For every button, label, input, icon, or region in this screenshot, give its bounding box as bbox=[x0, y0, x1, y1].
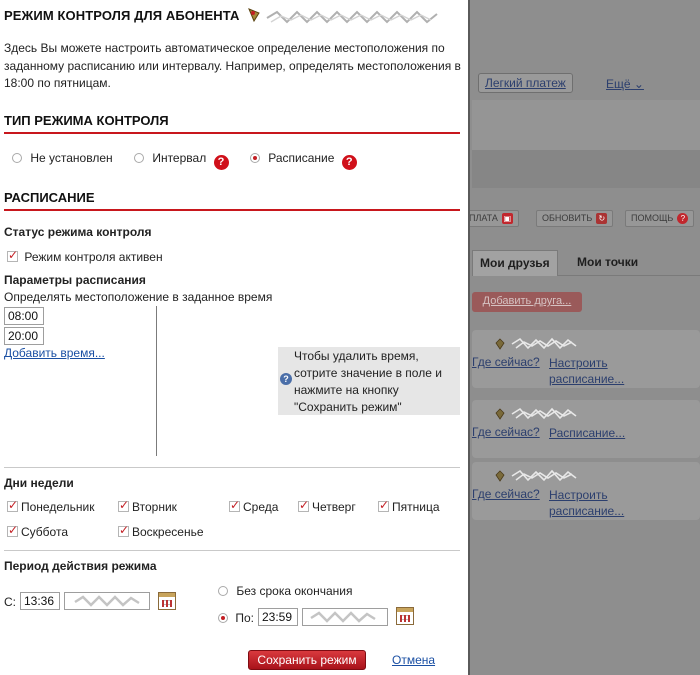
schedule-heading: РАСПИСАНИЕ bbox=[4, 190, 460, 211]
mode-type-heading: ТИП РЕЖИМА КОНТРОЛЯ bbox=[4, 113, 460, 134]
mode-option-not-set[interactable]: Не установлен bbox=[12, 151, 116, 165]
location-pin-icon bbox=[495, 470, 505, 482]
to-calendar-icon[interactable] bbox=[396, 607, 414, 625]
delete-time-hint: ? Чтобы удалить время, сотрите значение … bbox=[278, 347, 460, 415]
from-date-input[interactable] bbox=[64, 592, 150, 610]
masked-name-scribble bbox=[511, 407, 577, 420]
intro-text: Здесь Вы можете настроить автоматическое… bbox=[4, 41, 461, 90]
time-input-2[interactable] bbox=[4, 327, 44, 345]
radio-interval[interactable] bbox=[133, 153, 144, 163]
add-friend-button[interactable]: Добавить друга... bbox=[472, 292, 582, 312]
divider bbox=[4, 467, 460, 468]
schedule-help-icon[interactable]: ? bbox=[341, 155, 357, 170]
cancel-link[interactable]: Отмена bbox=[392, 653, 435, 667]
background-band bbox=[472, 150, 700, 188]
day-checkbox[interactable] bbox=[7, 523, 18, 537]
params-description: Определять местоположение в заданное вре… bbox=[4, 290, 273, 304]
mode-option-interval[interactable]: Интервал ? bbox=[133, 151, 232, 170]
mode-options: Не установлен Интервал ? Расписание ? bbox=[12, 151, 357, 170]
location-pin-icon bbox=[495, 338, 505, 350]
day-saturday[interactable]: Суббота bbox=[7, 523, 68, 539]
day-checkbox[interactable] bbox=[378, 498, 389, 512]
day-wednesday[interactable]: Среда bbox=[229, 498, 278, 514]
status-title: Статус режима контроля bbox=[4, 225, 152, 239]
day-sunday[interactable]: Воскресенье bbox=[118, 523, 204, 539]
more-menu-link[interactable]: Ещё ⌄ bbox=[606, 77, 644, 91]
setup-schedule-link[interactable]: Настроить расписание... bbox=[549, 355, 639, 387]
help-icon: ? bbox=[677, 213, 689, 225]
setup-schedule-link[interactable]: Настроить расписание... bbox=[549, 487, 639, 519]
masked-subscriber-scribble bbox=[266, 10, 438, 24]
day-tuesday[interactable]: Вторник bbox=[118, 498, 177, 514]
add-time-link[interactable]: Добавить время... bbox=[4, 346, 105, 360]
active-checkbox[interactable] bbox=[7, 248, 18, 262]
dialog-title: РЕЖИМ КОНТРОЛЯ ДЛЯ АБОНЕНТА bbox=[4, 8, 240, 23]
schedule-link[interactable]: Расписание... bbox=[549, 425, 639, 441]
divider bbox=[4, 550, 460, 551]
interval-help-icon[interactable]: ? bbox=[213, 155, 229, 170]
masked-date-scribble bbox=[74, 595, 140, 607]
day-checkbox[interactable] bbox=[7, 498, 18, 512]
from-time-input[interactable] bbox=[20, 592, 60, 610]
background-band bbox=[472, 100, 700, 150]
friends-tabs: Мои друзья Мои точки bbox=[472, 246, 700, 276]
where-now-link[interactable]: Где сейчас? bbox=[472, 487, 540, 501]
tab-my-friends[interactable]: Мои друзья bbox=[472, 250, 558, 276]
toolbar-refresh-button[interactable]: ОБНОВИТЬ ↻ bbox=[536, 210, 614, 228]
to-option[interactable]: По: bbox=[218, 611, 254, 625]
day-thursday[interactable]: Четверг bbox=[298, 498, 356, 514]
refresh-icon: ↻ bbox=[596, 213, 608, 225]
easy-payment-button[interactable]: Легкий платеж bbox=[478, 73, 573, 93]
wallet-icon: ▣ bbox=[501, 213, 513, 225]
to-time-input[interactable] bbox=[258, 608, 298, 626]
tab-my-points[interactable]: Мои точки bbox=[570, 250, 645, 276]
toolbar-help-button[interactable]: ПОМОЩЬ? bbox=[625, 210, 695, 228]
dialog-header: РЕЖИМ КОНТРОЛЯ ДЛЯ АБОНЕНТА bbox=[4, 7, 464, 29]
masked-name-scribble bbox=[511, 337, 577, 350]
mode-option-schedule[interactable]: Расписание ? bbox=[249, 151, 357, 170]
to-date-input[interactable] bbox=[302, 608, 388, 626]
where-now-link[interactable]: Где сейчас? bbox=[472, 355, 540, 369]
active-checkbox-row[interactable]: Режим контроля активен bbox=[7, 248, 163, 264]
day-friday[interactable]: Пятница bbox=[378, 498, 440, 514]
period-title: Период действия режима bbox=[4, 559, 157, 573]
friend-card: Где сейчас? Настроить расписание... bbox=[472, 462, 700, 520]
location-pin-icon bbox=[247, 8, 260, 23]
no-end-option[interactable]: Без срока окончания bbox=[218, 584, 352, 598]
radio-not-set[interactable] bbox=[12, 153, 22, 163]
radio-schedule[interactable] bbox=[249, 153, 260, 163]
days-title: Дни недели bbox=[4, 476, 74, 490]
day-checkbox[interactable] bbox=[229, 498, 240, 512]
from-label: С: bbox=[4, 595, 16, 609]
masked-name-scribble bbox=[511, 469, 577, 482]
params-title: Параметры расписания bbox=[4, 273, 146, 287]
day-checkbox[interactable] bbox=[118, 523, 129, 537]
save-mode-button[interactable]: Сохранить режим bbox=[248, 650, 366, 670]
location-pin-icon bbox=[495, 408, 505, 420]
hint-text: Чтобы удалить время, сотрите значение в … bbox=[294, 349, 442, 414]
question-icon: ? bbox=[280, 373, 292, 385]
friend-card: Где сейчас? Расписание... bbox=[472, 400, 700, 458]
day-checkbox[interactable] bbox=[118, 498, 129, 512]
friend-card: Где сейчас? Настроить расписание... bbox=[472, 330, 700, 388]
radio-to-date[interactable] bbox=[218, 613, 228, 623]
day-checkbox[interactable] bbox=[298, 498, 309, 512]
from-calendar-icon[interactable] bbox=[158, 592, 176, 610]
day-monday[interactable]: Понедельник bbox=[7, 498, 94, 514]
active-checkbox-label: Режим контроля активен bbox=[24, 250, 163, 264]
masked-date-scribble bbox=[310, 611, 376, 623]
radio-no-end[interactable] bbox=[218, 586, 228, 596]
time-input-1[interactable] bbox=[4, 307, 44, 325]
control-mode-dialog: РЕЖИМ КОНТРОЛЯ ДЛЯ АБОНЕНТА Здесь Вы мож… bbox=[0, 0, 470, 675]
divider-vertical bbox=[156, 306, 157, 456]
where-now-link[interactable]: Где сейчас? bbox=[472, 425, 540, 439]
